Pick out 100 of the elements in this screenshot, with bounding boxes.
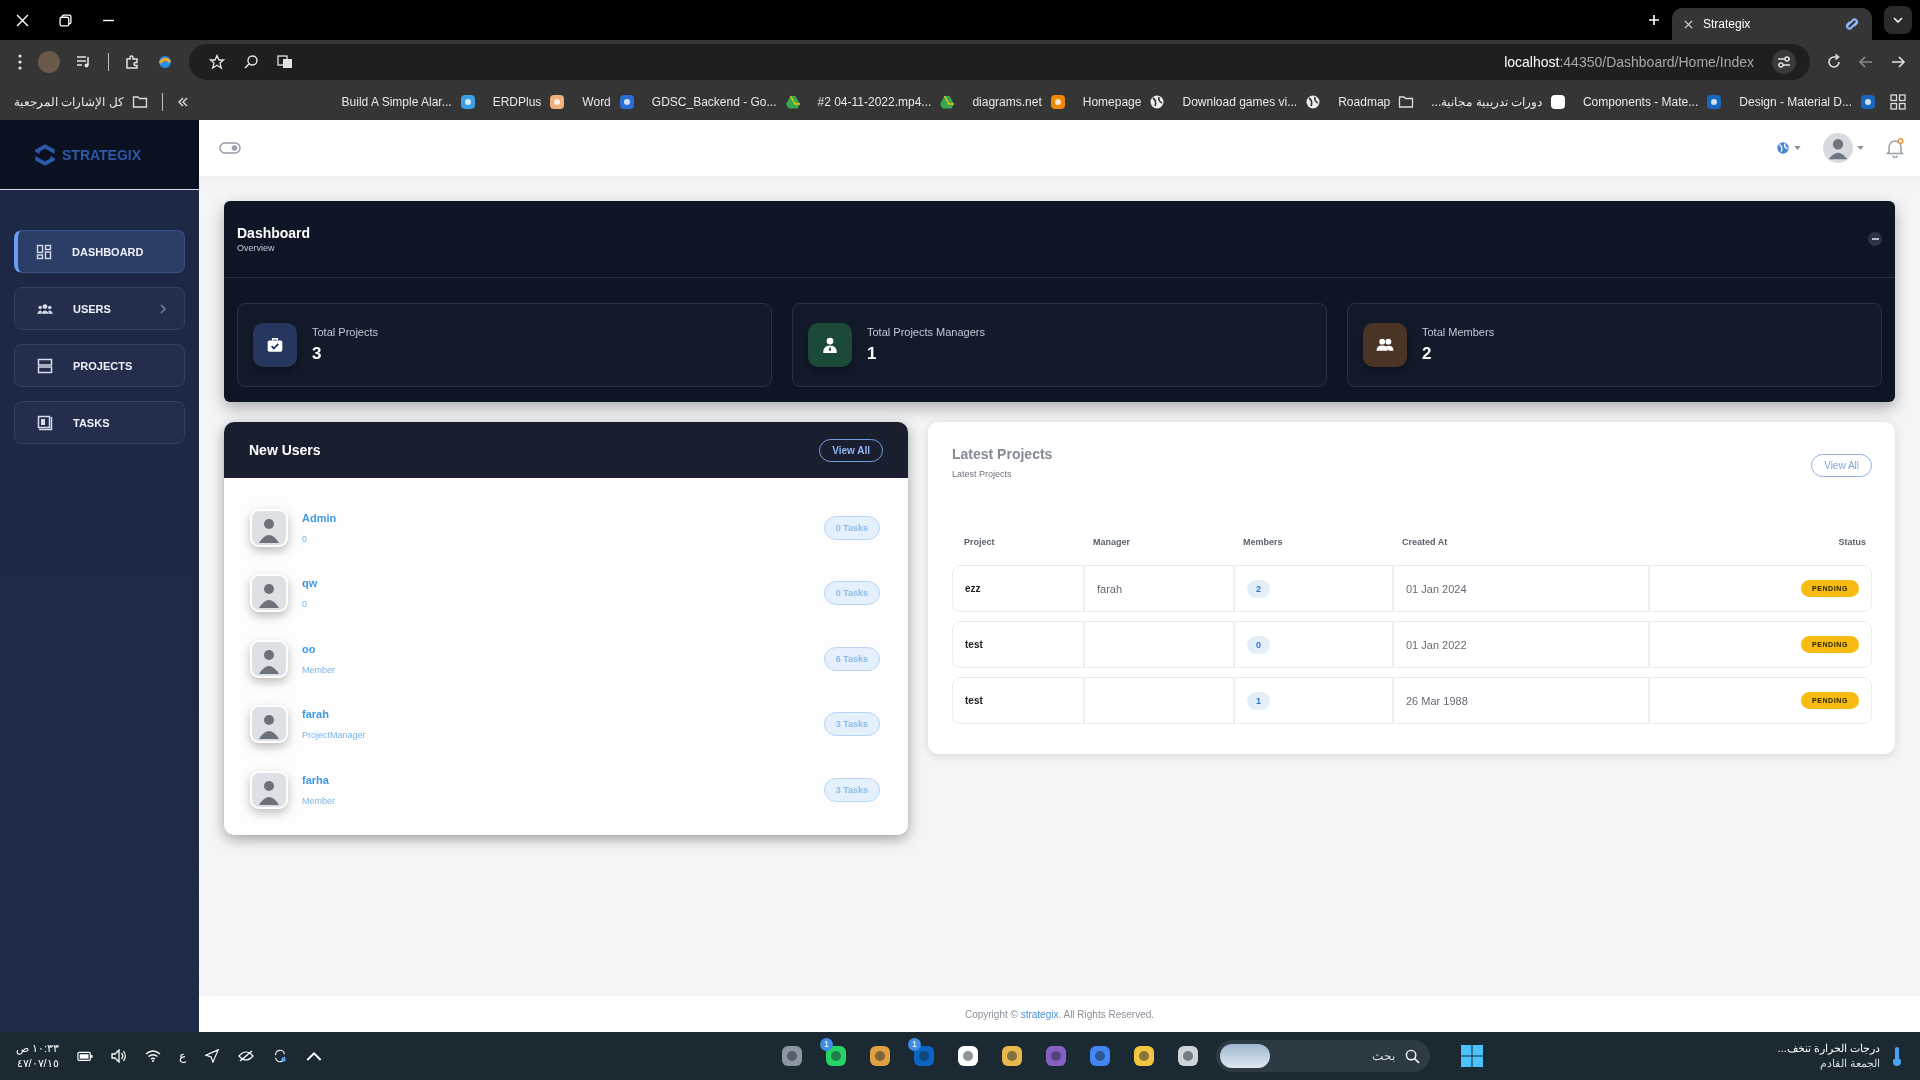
search-field[interactable]: بحث xyxy=(1277,1048,1397,1064)
bookmark[interactable]: GDSC_Backend - Go... xyxy=(651,94,801,110)
menu-icon[interactable] xyxy=(18,54,22,70)
extension-icon[interactable] xyxy=(157,54,173,70)
member-count: 1 xyxy=(1247,691,1270,710)
weather-widget[interactable]: درجات الحرارة تنخف... الجمعة القادم xyxy=(1777,1041,1904,1071)
close-icon[interactable] xyxy=(1684,19,1693,29)
bell-icon[interactable] xyxy=(1886,138,1904,158)
site-icon xyxy=(459,94,476,110)
minus-icon xyxy=(1871,238,1879,240)
plus-icon[interactable] xyxy=(1648,14,1660,26)
reload-icon[interactable] xyxy=(1826,54,1842,70)
wifi-icon[interactable] xyxy=(145,1049,162,1063)
sync-icon[interactable] xyxy=(272,1049,289,1063)
thermometer-icon xyxy=(1890,1045,1904,1067)
bookmark[interactable]: Components - Mate... xyxy=(1582,94,1723,110)
speaker-icon[interactable] xyxy=(111,1049,128,1063)
bookmark[interactable]: diagrams.net xyxy=(972,94,1066,110)
bookmark[interactable]: Build A Simple Alar... xyxy=(341,94,476,110)
task-count: 0 Tasks xyxy=(823,581,880,606)
sidebar-item[interactable]: USERS xyxy=(14,287,185,330)
bookmark[interactable]: Roadmap xyxy=(1338,94,1415,110)
notification-badge: 1 xyxy=(907,1038,921,1051)
stat-value: 1 xyxy=(867,344,878,364)
battery-icon[interactable] xyxy=(77,1049,94,1063)
taskbar-app-icon[interactable] xyxy=(999,1044,1024,1068)
stat-label: Total Members xyxy=(1422,326,1495,338)
avatar-icon xyxy=(250,508,288,547)
user-role: ProjectManager xyxy=(302,730,367,741)
star-icon[interactable] xyxy=(209,54,225,70)
search-bar[interactable]: بحث xyxy=(1215,1040,1430,1072)
user-role: 0 xyxy=(302,533,308,544)
bookmark[interactable]: Homepage xyxy=(1082,94,1166,110)
column-header: Members xyxy=(1242,537,1284,547)
apps-grid-icon[interactable] xyxy=(1890,94,1906,110)
caret-icon xyxy=(1857,146,1864,150)
puzzle-icon[interactable] xyxy=(125,54,141,70)
weather-thumbnail xyxy=(1219,1044,1270,1068)
globe-icon xyxy=(1305,94,1322,110)
language-button[interactable] xyxy=(1776,141,1801,155)
card-title: Latest Projects xyxy=(952,446,1053,462)
site-settings-icon[interactable] xyxy=(1772,50,1796,74)
input-language[interactable]: ع xyxy=(179,1049,187,1063)
bookmark[interactable]: #2 04-11-2022.mp4... xyxy=(817,94,956,110)
avatar-icon xyxy=(250,770,288,809)
task-count: 6 Tasks xyxy=(823,646,880,671)
avatar-icon xyxy=(250,639,288,678)
project-name: test xyxy=(965,639,983,650)
created-date: 01 Jan 2022 xyxy=(1406,638,1467,651)
avatar-icon xyxy=(250,574,288,613)
bookmark[interactable]: Design - Material D... xyxy=(1739,94,1876,110)
sidebar-item[interactable]: TASKS xyxy=(14,401,185,444)
bookmark[interactable]: ERDPlus xyxy=(492,94,566,110)
avatar-icon xyxy=(1823,133,1853,163)
panel-title: Dashboard xyxy=(237,225,311,241)
caret-icon xyxy=(1893,17,1903,23)
member-count: 2 xyxy=(1247,579,1270,598)
manager-name: farah xyxy=(1097,582,1123,595)
column-header: Status xyxy=(1837,537,1866,547)
clock[interactable]: ١٠:٣٣ ص ٤٧/٠٧/١٥ xyxy=(16,1041,60,1071)
folder-icon xyxy=(1398,94,1415,110)
windows-start-icon[interactable] xyxy=(1459,1044,1484,1068)
collapse-button[interactable] xyxy=(1868,232,1882,246)
eye-off-icon[interactable] xyxy=(238,1049,255,1063)
stat-value: 2 xyxy=(1422,344,1433,364)
site-icon xyxy=(549,94,566,110)
media-control-icon[interactable] xyxy=(76,54,92,70)
taskbar-app-icon[interactable] xyxy=(955,1044,980,1068)
folder-icon xyxy=(131,94,148,110)
member-count: 0 xyxy=(1247,635,1270,654)
triangle-icon xyxy=(939,94,956,110)
taskbar-app-icon[interactable] xyxy=(1131,1044,1156,1068)
double-chevron-icon[interactable] xyxy=(176,97,189,107)
toggle-icon[interactable] xyxy=(219,142,241,154)
copyright-text: Copyright © strategix. All Rights Reserved. xyxy=(964,1008,1155,1020)
tab-search-button[interactable] xyxy=(1884,6,1912,34)
sidebar-item[interactable]: PROJECTS xyxy=(14,344,185,387)
zoom-icon[interactable] xyxy=(243,54,259,70)
sidebar-item[interactable]: DASHBOARD xyxy=(14,230,185,273)
translate-icon[interactable] xyxy=(277,54,293,70)
taskbar-app-icon[interactable] xyxy=(1175,1044,1200,1068)
user-role: Member xyxy=(302,795,336,806)
site-icon xyxy=(1049,94,1066,110)
created-date: 01 Jan 2024 xyxy=(1406,582,1467,595)
taskbar-app-icon[interactable] xyxy=(867,1044,892,1068)
send-arrow-icon[interactable] xyxy=(204,1049,221,1063)
address-bar[interactable]: localhost:44350/Dashboard/Home/Index xyxy=(189,44,1810,80)
back-arrow-icon[interactable] xyxy=(1858,54,1874,70)
restore-icon[interactable] xyxy=(59,13,72,27)
stat-label: Total Projects xyxy=(312,326,379,338)
forward-arrow-icon[interactable] xyxy=(1890,54,1906,70)
browser-tab[interactable]: Strategix xyxy=(1672,8,1872,40)
project-name: ezz xyxy=(965,583,981,594)
bookmark[interactable]: Download games vi... xyxy=(1182,94,1322,110)
all-bookmarks-button[interactable]: كل الإشارات المرجعية xyxy=(14,94,148,110)
users-icon xyxy=(1376,336,1394,354)
user-menu-button[interactable] xyxy=(1823,133,1864,163)
bookmark[interactable]: Word xyxy=(582,94,635,110)
bookmark[interactable]: دورات تدريبية مجانية... xyxy=(1431,94,1566,110)
task-count: 3 Tasks xyxy=(823,777,880,802)
